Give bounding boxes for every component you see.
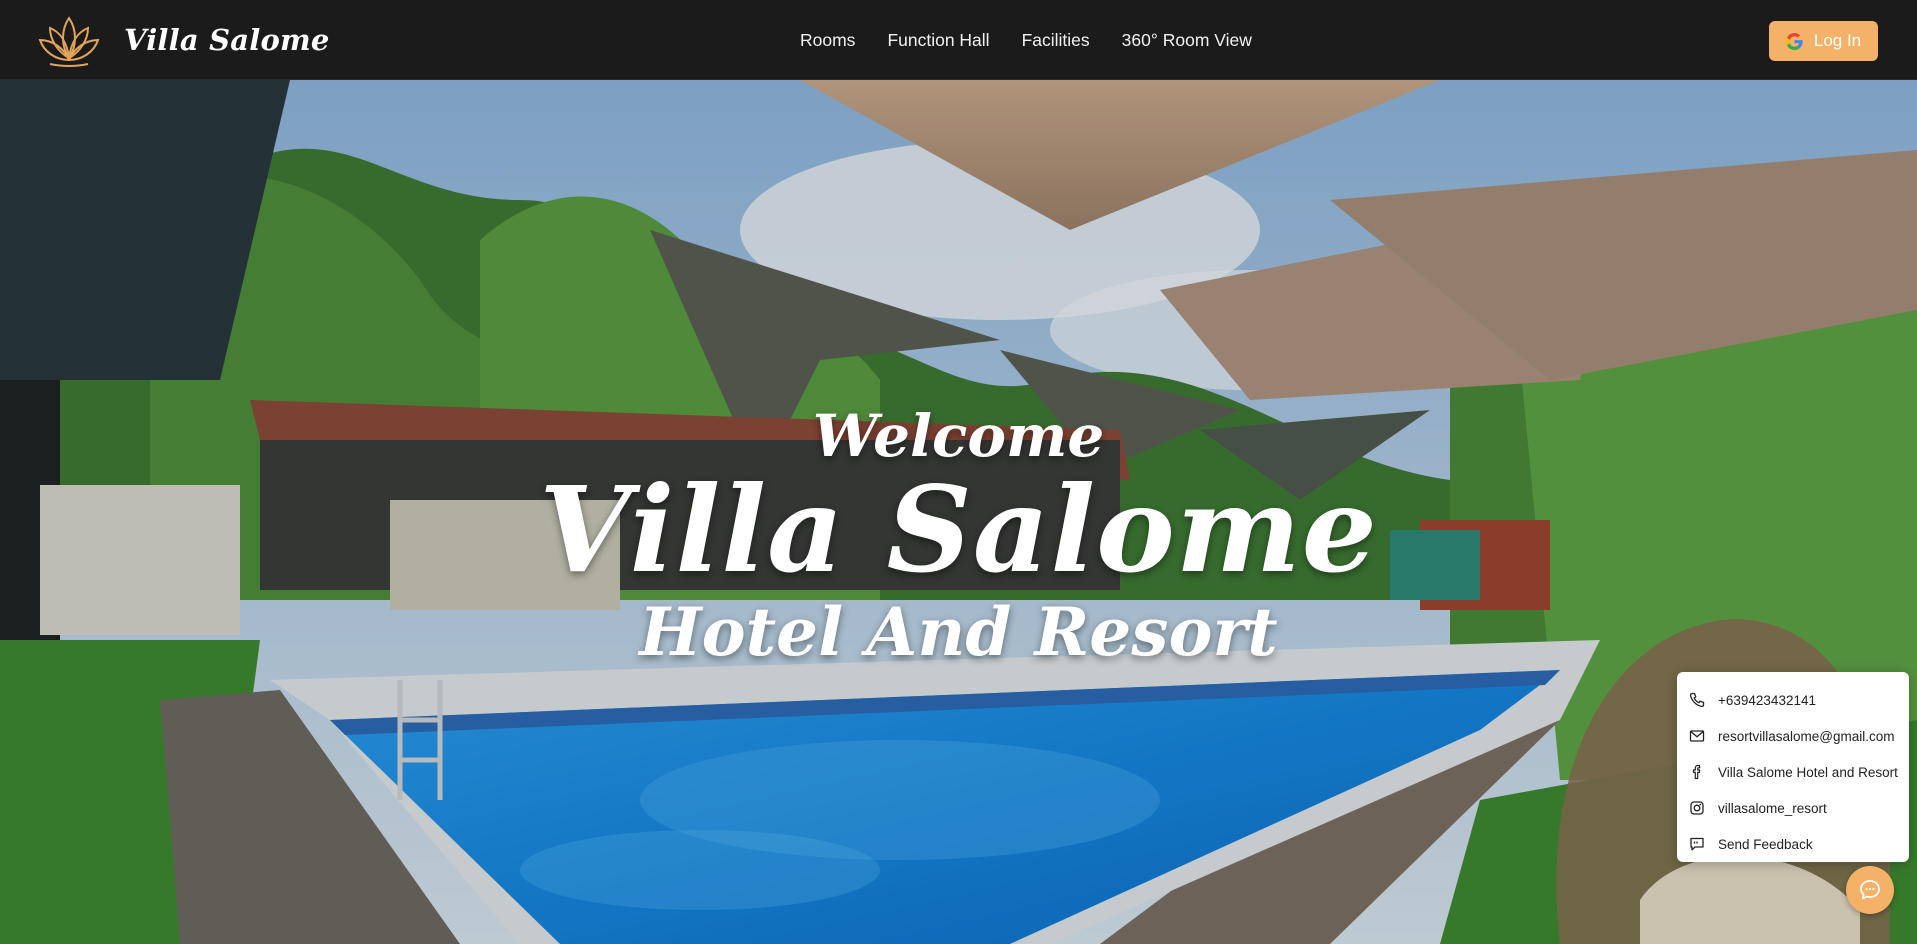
google-icon — [1785, 32, 1803, 50]
mail-icon — [1689, 730, 1705, 742]
login-label: Log In — [1813, 31, 1862, 50]
hero: Welcome Villa Salome Hotel And Resort — [0, 80, 1917, 944]
contact-email[interactable]: resortvillasalome@gmail.com — [1689, 718, 1909, 754]
contact-instagram-text: villasalome_resort — [1718, 800, 1827, 816]
contact-card: +639423432141 resortvillasalome@gmail.co… — [1677, 672, 1909, 862]
main-nav: Rooms Function Hall Facilities 360° Room… — [800, 0, 1284, 80]
nav-link-360-room-view[interactable]: 360° Room View — [1122, 30, 1252, 51]
contact-phone-text: +639423432141 — [1718, 692, 1816, 708]
facebook-icon — [1692, 764, 1701, 780]
brand[interactable]: Villa Salome — [36, 10, 330, 70]
contact-feedback[interactable]: Send Feedback — [1689, 826, 1909, 862]
instagram-icon — [1690, 801, 1704, 815]
contact-facebook[interactable]: Villa Salome Hotel and Resort — [1689, 754, 1909, 790]
nav-link-function-hall[interactable]: Function Hall — [887, 30, 989, 51]
nav-link-rooms[interactable]: Rooms — [800, 30, 855, 51]
feedback-icon — [1690, 837, 1704, 851]
contact-instagram[interactable]: villasalome_resort — [1689, 790, 1909, 826]
hero-title: Villa Salome — [539, 460, 1378, 599]
chat-icon — [1860, 880, 1880, 900]
navbar: Villa Salome Rooms Function Hall Facilit… — [0, 0, 1917, 80]
hero-subtitle: Hotel And Resort — [639, 593, 1278, 671]
phone-icon — [1689, 692, 1705, 708]
contact-facebook-text: Villa Salome Hotel and Resort — [1718, 764, 1898, 780]
nav-link-facilities[interactable]: Facilities — [1022, 30, 1090, 51]
contact-email-text: resortvillasalome@gmail.com — [1718, 728, 1895, 744]
contact-feedback-text: Send Feedback — [1718, 836, 1813, 852]
login-button[interactable]: Log In — [1769, 21, 1878, 61]
contact-phone[interactable]: +639423432141 — [1689, 682, 1909, 718]
lotus-icon — [38, 16, 100, 67]
brand-name: Villa Salome — [124, 23, 330, 57]
chat-button[interactable] — [1846, 866, 1894, 914]
